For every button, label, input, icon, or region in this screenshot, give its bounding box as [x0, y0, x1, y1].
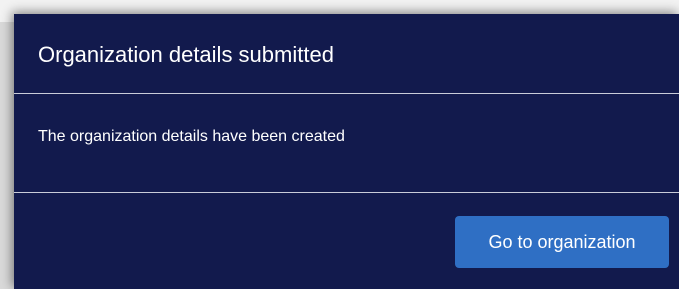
- dialog-header: Organization details submitted: [14, 14, 679, 94]
- dialog-message: The organization details have been creat…: [38, 128, 345, 145]
- dialog-body: The organization details have been creat…: [14, 94, 679, 193]
- go-to-organization-button[interactable]: Go to organization: [455, 216, 669, 268]
- dialog-title: Organization details submitted: [38, 42, 334, 67]
- dialog-footer: Go to organization: [14, 193, 679, 289]
- background-page-edge: [0, 22, 15, 289]
- success-dialog: Organization details submitted The organ…: [14, 14, 679, 289]
